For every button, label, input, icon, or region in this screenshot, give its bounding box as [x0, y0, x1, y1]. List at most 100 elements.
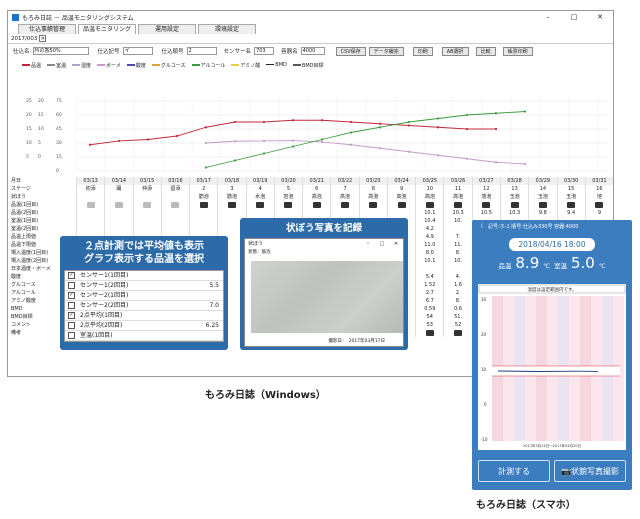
camera-icon[interactable] [341, 201, 350, 208]
compare-button[interactable]: 比較 [475, 46, 496, 56]
comment-icon[interactable] [454, 329, 463, 336]
tab-temp-monitoring[interactable]: 品温モニタリング [78, 24, 136, 34]
value-cell[interactable]: 53 [416, 321, 443, 329]
csv-save-button[interactable]: CSV保存 [335, 46, 366, 56]
sensor-row[interactable]: センサー2(2回目) 7.0 [65, 301, 223, 311]
state-photo-cell[interactable] [444, 201, 471, 209]
camera-icon[interactable] [114, 201, 123, 208]
value-cell[interactable]: 52 [444, 321, 471, 329]
camera-icon[interactable] [199, 201, 208, 208]
value-cell[interactable]: 4.9 [416, 233, 443, 241]
state-photo-cell[interactable] [275, 201, 302, 209]
sensor-checkbox[interactable] [68, 302, 75, 309]
sensor-row[interactable]: ✓ センサー2(1回目) [65, 291, 223, 301]
value-cell[interactable]: 9.4 [558, 209, 585, 217]
value-cell[interactable]: 2.7 [416, 289, 443, 297]
state-photo-cell[interactable] [77, 201, 104, 209]
state-photo-cell[interactable] [558, 201, 585, 209]
value-cell[interactable]: 4.2 [416, 225, 443, 233]
value-cell[interactable]: 5.4 [416, 273, 443, 281]
value-cell[interactable]: 8. [444, 297, 471, 305]
value-cell[interactable]: 0.6 [444, 305, 471, 313]
value-cell[interactable]: 54 [416, 313, 443, 321]
sensor-checkbox[interactable] [68, 322, 75, 329]
tab-environment-settings[interactable]: 環境設定 [198, 24, 256, 34]
tab-preparation-records[interactable]: 仕込事績管理 [18, 24, 76, 34]
sensor-checkbox[interactable] [68, 282, 75, 289]
close-icon[interactable]: ✕ [389, 239, 403, 249]
maximize-icon[interactable]: □ [375, 239, 389, 249]
state-photo-cell[interactable] [218, 201, 245, 209]
value-cell[interactable]: 10. [444, 257, 471, 265]
value-cell[interactable]: 10.5 [473, 209, 500, 217]
state-photo-cell[interactable] [473, 201, 500, 209]
name-input[interactable]: 吟の香50% [32, 47, 89, 55]
state-photo-cell[interactable] [134, 201, 161, 209]
camera-icon[interactable] [86, 201, 95, 208]
close-icon[interactable]: ✕ [587, 13, 613, 21]
camera-icon[interactable] [227, 201, 236, 208]
sensor-checkbox[interactable]: ✓ [68, 292, 75, 299]
value-cell[interactable]: 7. [444, 233, 471, 241]
camera-icon[interactable] [454, 201, 463, 208]
state-photo-cell[interactable] [190, 201, 217, 209]
value-cell[interactable]: 8. [444, 249, 471, 257]
sensor-row[interactable]: ✓ 2点平均(1回目) [65, 311, 223, 321]
measure-button[interactable]: 計測する [478, 460, 550, 482]
camera-icon[interactable] [538, 201, 547, 208]
value-cell[interactable]: 10.1 [416, 209, 443, 217]
comment-cell[interactable] [416, 329, 443, 337]
sensor-row[interactable]: 2点平均(2回目) 6.25 [65, 321, 223, 331]
value-cell[interactable]: 1.6 [444, 281, 471, 289]
camera-icon[interactable] [567, 201, 576, 208]
value-cell[interactable]: 0.59 [416, 305, 443, 313]
state-photo-cell[interactable] [388, 201, 415, 209]
value-cell[interactable]: 10. [444, 217, 471, 225]
order-input[interactable]: 2 [186, 47, 217, 55]
maximize-icon[interactable]: □ [561, 13, 587, 21]
tab-operation-settings[interactable]: 運用設定 [138, 24, 196, 34]
value-cell[interactable]: 10.1 [416, 257, 443, 265]
value-cell[interactable]: 11. [444, 241, 471, 249]
report-print-button[interactable]: 帳票印刷 [502, 46, 533, 56]
camera-icon[interactable] [425, 201, 434, 208]
close-tab-icon[interactable]: ✕ [39, 35, 47, 42]
comment-cell[interactable] [444, 329, 471, 337]
state-photo-cell[interactable] [331, 201, 358, 209]
sensor-row[interactable]: ✓ センサー1(1回目) [65, 271, 223, 281]
value-cell[interactable]: 1.52 [416, 281, 443, 289]
value-cell[interactable]: 51. [444, 313, 471, 321]
value-cell[interactable]: 8.0 [416, 249, 443, 257]
camera-icon[interactable] [369, 201, 378, 208]
document-tab[interactable]: 2017/003 ✕ [8, 34, 613, 44]
sensor-checkbox[interactable]: ✓ [68, 272, 75, 279]
sensor-row[interactable]: センサー1(2回目) 5.5 [65, 281, 223, 291]
camera-icon[interactable] [284, 201, 293, 208]
photo-button[interactable]: 📷状貌写真撮影 [554, 460, 626, 482]
camera-icon[interactable] [256, 201, 265, 208]
value-cell[interactable]: 10.4 [416, 217, 443, 225]
value-cell[interactable]: 4. [444, 273, 471, 281]
data-complete-button[interactable]: データ補完 [368, 46, 404, 56]
state-photo-cell[interactable] [105, 201, 132, 209]
state-photo-cell[interactable] [247, 201, 274, 209]
value-cell[interactable]: 6.7 [416, 297, 443, 305]
state-photo-cell[interactable] [303, 201, 330, 209]
minimize-icon[interactable]: – [361, 239, 375, 249]
sensor-row[interactable]: 室温(1回目) [65, 331, 223, 341]
sensor-input[interactable]: 703 [254, 47, 275, 55]
value-cell[interactable]: 9.8 [529, 209, 556, 217]
sensor-checkbox[interactable]: ✓ [68, 312, 75, 319]
value-cell[interactable]: 11.0 [416, 241, 443, 249]
value-cell[interactable]: 9 [586, 209, 613, 217]
print-button[interactable]: 印刷 [412, 46, 433, 56]
camera-icon[interactable] [482, 201, 491, 208]
state-photo-cell[interactable] [416, 201, 443, 209]
camera-icon[interactable] [312, 201, 321, 208]
camera-icon[interactable] [397, 201, 406, 208]
ab-select-button[interactable]: AB選択 [441, 46, 469, 56]
container-input[interactable]: 4000 [300, 47, 325, 55]
state-photo-cell[interactable] [360, 201, 387, 209]
phone-header[interactable]: 〈 記号:ホ-1 順号:仕込み330号 容器:4000 [472, 220, 632, 234]
value-cell[interactable]: 2. [444, 289, 471, 297]
